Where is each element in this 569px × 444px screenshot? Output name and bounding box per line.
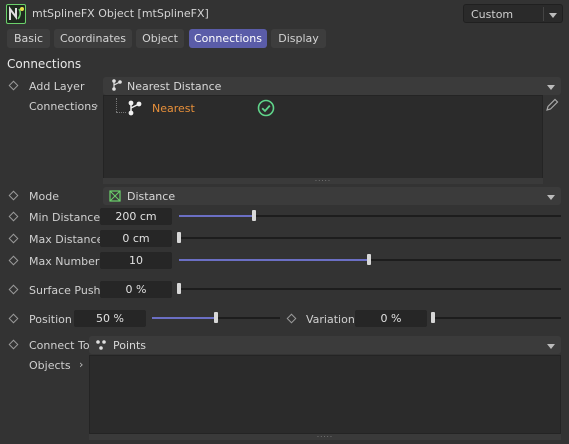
preset-dropdown[interactable]: Custom xyxy=(463,4,563,23)
position-label: Position xyxy=(29,313,72,326)
variation-slider-handle[interactable] xyxy=(431,312,435,323)
connections-label: Connections xyxy=(29,100,97,113)
min-distance-slider-fill xyxy=(179,215,254,217)
variation-label: Variation xyxy=(306,313,355,326)
keyframe-diamond-icon[interactable] xyxy=(8,233,19,244)
preset-value: Custom xyxy=(471,8,514,21)
points-icon xyxy=(95,339,107,354)
surface-push-label: Surface Push xyxy=(29,284,101,297)
max-distance-slider-handle[interactable] xyxy=(177,232,181,243)
variation-slider-track[interactable] xyxy=(433,317,561,319)
nodes-icon xyxy=(127,100,143,119)
keyframe-diamond-icon[interactable] xyxy=(8,255,19,266)
connect-to-label: Connect To xyxy=(29,339,90,352)
position-slider-fill xyxy=(152,317,216,319)
variation-field[interactable]: 0 % xyxy=(355,310,427,327)
tab-object[interactable]: Object xyxy=(136,29,184,48)
max-distance-slider-track[interactable] xyxy=(179,237,561,239)
keyframe-diamond-icon[interactable] xyxy=(8,80,19,91)
mode-label: Mode xyxy=(29,190,59,203)
distance-icon xyxy=(109,190,121,205)
surface-push-slider-handle[interactable] xyxy=(177,283,181,294)
connections-list[interactable]: Nearest xyxy=(103,95,543,183)
connection-name: Nearest xyxy=(152,102,195,115)
tab-coordinates[interactable]: Coordinates xyxy=(54,29,132,48)
objects-label: Objects xyxy=(29,359,71,372)
max-distance-field[interactable]: 0 cm xyxy=(100,230,172,247)
objects-list[interactable] xyxy=(89,355,561,434)
keyframe-diamond-icon[interactable] xyxy=(8,190,19,201)
resize-handle[interactable]: ····· xyxy=(89,433,561,441)
connect-to-value: Points xyxy=(113,339,147,352)
nodes-icon xyxy=(111,79,123,94)
resize-handle[interactable]: ····· xyxy=(103,177,543,185)
chevron-down-icon xyxy=(549,9,557,22)
tab-basic[interactable]: Basic xyxy=(7,29,50,48)
surface-push-field[interactable]: 0 % xyxy=(100,281,172,298)
preset-separator xyxy=(543,7,544,21)
max-number-slider-handle[interactable] xyxy=(367,254,371,265)
add-layer-dropdown[interactable]: Nearest Distance xyxy=(103,77,561,95)
chevron-right-icon[interactable]: › xyxy=(94,99,98,112)
chevron-down-icon xyxy=(547,191,555,204)
position-slider-handle[interactable] xyxy=(214,312,218,323)
min-distance-slider-handle[interactable] xyxy=(252,210,256,221)
max-number-slider-fill xyxy=(179,259,369,261)
keyframe-diamond-icon[interactable] xyxy=(286,313,297,324)
tab-connections[interactable]: Connections xyxy=(189,29,267,48)
mode-value: Distance xyxy=(127,190,176,203)
keyframe-diamond-icon[interactable] xyxy=(8,284,19,295)
tab-display[interactable]: Display xyxy=(271,29,326,48)
add-layer-label: Add Layer xyxy=(29,80,85,93)
window-title: mtSplineFX Object [mtSplineFX] xyxy=(32,7,209,20)
keyframe-diamond-icon[interactable] xyxy=(8,339,19,350)
max-number-field[interactable]: 10 xyxy=(100,252,172,269)
min-distance-label: Min Distance xyxy=(29,211,101,224)
enabled-check-icon[interactable] xyxy=(257,99,275,120)
add-layer-value: Nearest Distance xyxy=(127,80,222,93)
grip-dots: ····· xyxy=(314,177,332,185)
chevron-down-icon xyxy=(547,340,555,353)
list-item[interactable]: Nearest xyxy=(104,98,542,120)
max-distance-label: Max Distance xyxy=(29,233,104,246)
surface-push-slider-track[interactable] xyxy=(179,288,561,290)
keyframe-diamond-icon[interactable] xyxy=(8,313,19,324)
chevron-right-icon[interactable]: › xyxy=(79,358,83,371)
object-icon xyxy=(6,4,26,24)
min-distance-field[interactable]: 200 cm xyxy=(100,208,172,225)
connect-to-dropdown[interactable]: Points xyxy=(89,336,561,354)
section-title: Connections xyxy=(7,57,82,71)
pencil-icon[interactable] xyxy=(544,97,560,116)
chevron-down-icon xyxy=(547,81,555,94)
max-number-label: Max Number xyxy=(29,255,100,268)
position-field[interactable]: 50 % xyxy=(74,310,146,327)
grip-dots: ····· xyxy=(316,433,334,441)
mode-dropdown[interactable]: Distance xyxy=(103,187,561,205)
keyframe-diamond-icon[interactable] xyxy=(8,211,19,222)
